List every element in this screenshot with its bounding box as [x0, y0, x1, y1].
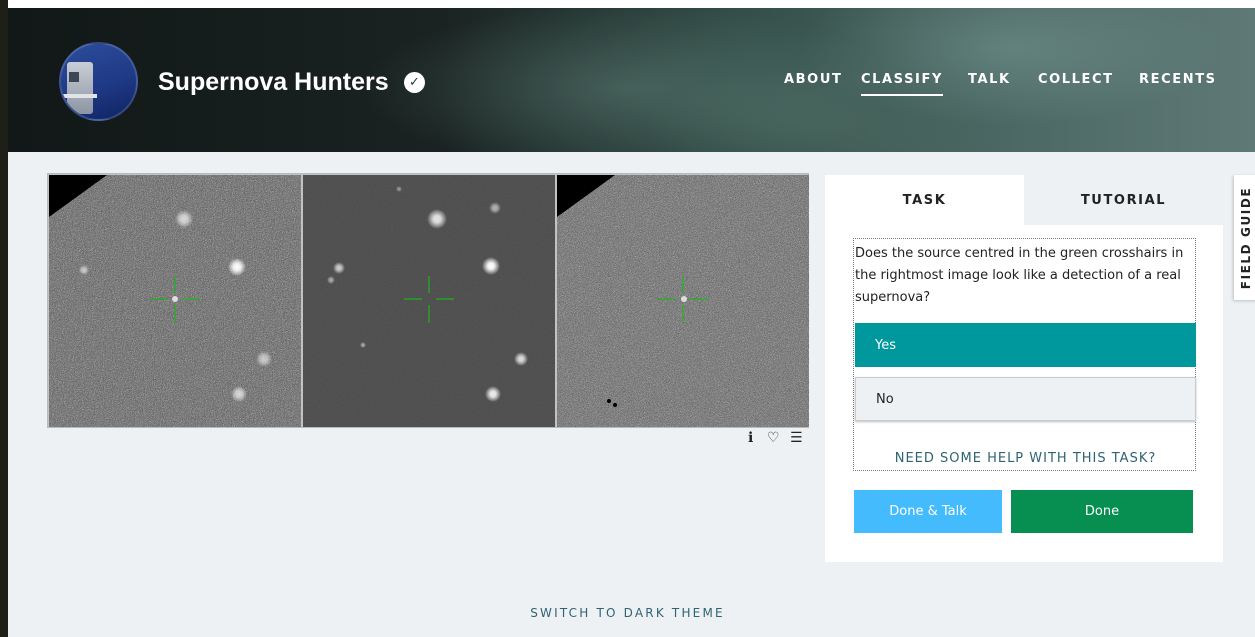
observatory-platform — [63, 94, 97, 98]
window-left-edge — [0, 0, 8, 637]
field-guide-label: FIELD GUIDE — [1239, 186, 1253, 289]
nav-talk[interactable]: TALK — [968, 72, 1011, 87]
field-guide-tab[interactable]: FIELD GUIDE — [1234, 175, 1255, 300]
done-and-talk-button[interactable]: Done & Talk — [854, 490, 1002, 533]
tab-tutorial[interactable]: TUTORIAL — [1024, 175, 1223, 225]
tab-task[interactable]: TASK — [825, 175, 1024, 225]
subject-viewer[interactable] — [47, 173, 809, 428]
task-help-link[interactable]: NEED SOME HELP WITH THIS TASK? — [854, 451, 1197, 466]
nav-classify[interactable]: CLASSIFY — [861, 72, 943, 96]
heart-icon[interactable]: ♡ — [767, 430, 780, 446]
new-image-panel[interactable] — [49, 175, 301, 427]
project-title[interactable]: Supernova Hunters — [158, 68, 389, 97]
switch-theme-link[interactable]: SWITCH TO DARK THEME — [0, 606, 1255, 620]
project-avatar[interactable] — [59, 42, 138, 121]
project-header: Supernova Hunters ✓ ABOUT CLASSIFY TALK … — [8, 8, 1255, 152]
observatory-graphic — [67, 62, 93, 114]
task-panel: TASK TUTORIAL Does the source centred in… — [825, 175, 1223, 562]
observatory-window — [69, 72, 79, 82]
list-icon[interactable]: ☰ — [790, 430, 803, 446]
nav-about[interactable]: ABOUT — [784, 72, 842, 87]
reference-image-panel[interactable] — [303, 175, 555, 427]
verified-check-icon: ✓ — [404, 72, 425, 93]
info-icon[interactable]: ℹ — [748, 430, 753, 446]
task-question: Does the source centred in the green cro… — [855, 246, 1184, 305]
nav-collect[interactable]: COLLECT — [1038, 72, 1114, 87]
difference-image-panel[interactable] — [557, 175, 809, 427]
done-button[interactable]: Done — [1011, 490, 1193, 533]
answer-yes-button[interactable]: Yes — [855, 323, 1196, 367]
window-top-edge — [0, 0, 1255, 8]
task-area: Does the source centred in the green cro… — [853, 238, 1196, 471]
answer-no-button[interactable]: No — [855, 377, 1196, 421]
nav-recents[interactable]: RECENTS — [1139, 72, 1217, 87]
